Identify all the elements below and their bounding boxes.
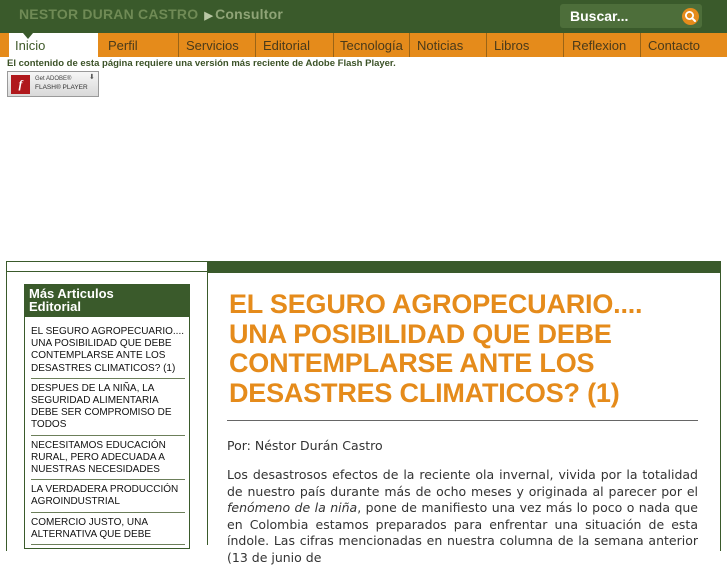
nav-item-contacto[interactable]: Contacto [640, 33, 700, 57]
body-text-start: Los desastrosos efectos de la reciente o… [227, 467, 698, 499]
more-articles-sidebar: Más Articulos Editorial EL SEGURO AGROPE… [24, 284, 190, 549]
get-flash-player-button[interactable]: f Get ADOBE® FLASH® PLAYER ⬇ [7, 71, 99, 97]
nav-label: Libros [494, 38, 530, 53]
flash-badge-line2: FLASH® PLAYER [35, 84, 88, 91]
nav-item-perfil[interactable]: Perfil [108, 33, 138, 57]
site-name: NESTOR DURAN CASTRO [19, 6, 199, 22]
nav-item-reflexion[interactable]: Reflexion [563, 33, 626, 57]
search-input[interactable] [560, 4, 678, 28]
article-link[interactable]: NECESITAMOS EDUCACIÓN RURAL, PERO ADECUA… [31, 439, 185, 481]
nav-item-inicio[interactable]: Inicio [9, 33, 98, 57]
nav-label: Editorial [263, 38, 310, 53]
search-button[interactable] [682, 8, 699, 25]
nav-label: Inicio [15, 38, 46, 53]
site-role: Consultor [215, 6, 283, 22]
sidebar-header: Más Articulos Editorial [25, 285, 189, 317]
article-body: Los desastrosos efectos de la reciente o… [227, 467, 698, 567]
nav-item-editorial[interactable]: Editorial [255, 33, 310, 57]
body-text-italic: fenómeno de la niña [227, 500, 358, 516]
download-arrow-icon: ⬇ [89, 73, 95, 81]
article-link[interactable]: EL SEGURO AGROPECUARIO.... UNA POSIBILID… [31, 325, 185, 379]
article-link[interactable]: LA VERDADERA PRODUCCIÓN AGROINDUSTRIAL [31, 483, 185, 513]
column-divider [207, 273, 208, 545]
search-box [560, 4, 702, 28]
top-header-bar: NESTOR DURAN CASTRO ▶ Consultor [0, 0, 727, 33]
flash-required-message: El contenido de esta página requiere una… [7, 58, 396, 69]
article-byline: Por: Néstor Durán Castro [227, 438, 383, 453]
nav-label: Servicios [186, 38, 239, 53]
sidebar-title: Más Articulos Editorial [29, 286, 114, 314]
nav-label: Tecnología [340, 38, 403, 53]
sidebar-top-band [6, 261, 207, 272]
flash-badge-line1: Get ADOBE® [35, 76, 72, 82]
nav-label: Perfil [108, 38, 138, 53]
active-caret-icon [23, 33, 33, 39]
main-nav: Inicio Perfil Servicios Editorial Tecnol… [0, 33, 727, 57]
title-divider [227, 420, 698, 421]
main-top-band [207, 261, 721, 273]
article-link[interactable]: DESPUES DE LA NIÑA, LA SEGURIDAD ALIMENT… [31, 382, 185, 436]
play-arrow-icon: ▶ [204, 10, 214, 22]
nav-item-tecnologia[interactable]: Tecnología [333, 33, 403, 57]
nav-label: Reflexion [572, 38, 627, 53]
nav-item-libros[interactable]: Libros [486, 33, 529, 57]
nav-item-servicios[interactable]: Servicios [178, 33, 239, 57]
search-icon [685, 11, 696, 22]
nav-item-noticias[interactable]: Noticias [409, 33, 463, 57]
article-list: EL SEGURO AGROPECUARIO.... UNA POSIBILID… [31, 325, 185, 548]
article-link[interactable]: COMERCIO JUSTO, UNA ALTERNATIVA QUE DEBE [31, 516, 185, 546]
flash-logo-icon: f [11, 75, 30, 94]
article-title: EL SEGURO AGROPECUARIO.... UNA POSIBILID… [229, 289, 643, 408]
nav-label: Noticias [417, 38, 464, 53]
site-title[interactable]: NESTOR DURAN CASTRO ▶ Consultor [19, 6, 283, 22]
nav-label: Contacto [648, 38, 701, 53]
